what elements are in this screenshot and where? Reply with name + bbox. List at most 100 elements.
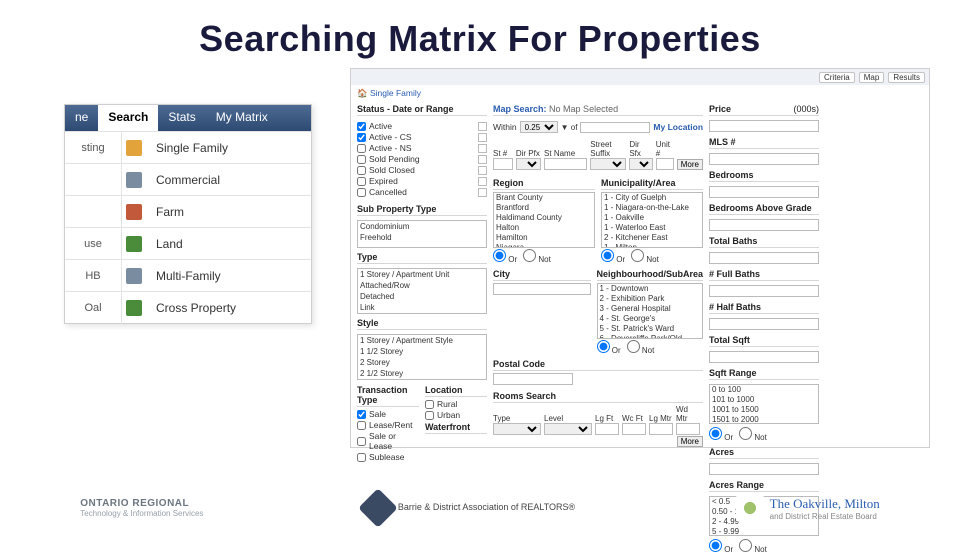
- list-item[interactable]: 5 - St. Patrick's Ward: [598, 324, 703, 334]
- status-date-input[interactable]: [478, 133, 487, 142]
- list-item[interactable]: 1 - Waterloo East: [602, 223, 702, 233]
- menu-tab-left[interactable]: ne: [65, 105, 98, 131]
- check[interactable]: [357, 453, 366, 462]
- style-listbox[interactable]: 1 Storey / Apartment Style1 1/2 Storey2 …: [357, 334, 487, 380]
- check[interactable]: [357, 437, 366, 446]
- status-date-input[interactable]: [478, 122, 487, 131]
- menu-item-land[interactable]: useLand: [65, 227, 311, 259]
- rooms-more-button[interactable]: More: [677, 436, 703, 447]
- check[interactable]: [357, 410, 366, 419]
- menu-item-cross-property[interactable]: OalCross Property: [65, 291, 311, 323]
- list-item[interactable]: Attached/Row: [358, 280, 486, 291]
- status-date-input[interactable]: [478, 177, 487, 186]
- halfbaths-input[interactable]: [709, 318, 819, 330]
- menu-item-multi-family[interactable]: HBMulti-Family: [65, 259, 311, 291]
- list-item[interactable]: 1 - Milton: [602, 243, 702, 248]
- list-item[interactable]: 0 to 100: [710, 385, 818, 395]
- list-item[interactable]: 1 - Niagara-on-the-Lake: [602, 203, 702, 213]
- menu-tab-search[interactable]: Search: [98, 105, 158, 131]
- dirsfx-select[interactable]: [629, 158, 652, 170]
- menu-tab-stats[interactable]: Stats: [158, 105, 205, 131]
- mls-input[interactable]: [709, 153, 819, 165]
- neigh-not[interactable]: [627, 340, 640, 353]
- list-item[interactable]: 1 - Downtown: [598, 284, 703, 294]
- status-check[interactable]: [357, 188, 366, 197]
- list-item[interactable]: Haldimand County: [494, 213, 594, 223]
- list-item[interactable]: Hamilton: [494, 233, 594, 243]
- unit-input[interactable]: [656, 158, 674, 170]
- list-item[interactable]: 1 1/2 Storey: [358, 346, 486, 357]
- subprop-listbox[interactable]: CondominiumFreehold: [357, 220, 487, 248]
- list-item[interactable]: 2 - Exhibition Park: [598, 294, 703, 304]
- muni-listbox[interactable]: 1 - City of Guelph1 - Niagara-on-the-Lak…: [601, 192, 703, 248]
- status-date-input[interactable]: [478, 155, 487, 164]
- type-listbox[interactable]: 1 Storey / Apartment UnitAttached/RowDet…: [357, 268, 487, 314]
- menu-item-single-family[interactable]: stingSingle Family: [65, 131, 311, 163]
- list-item[interactable]: 1 Storey / Apartment Unit: [358, 269, 486, 280]
- stnum-input[interactable]: [493, 158, 513, 170]
- sqft-not[interactable]: [739, 427, 752, 440]
- list-item[interactable]: 1001 to 1500: [710, 405, 818, 415]
- list-item[interactable]: 6 - Dovercliffe Park/Old: [598, 334, 703, 339]
- list-item[interactable]: 3 Storey: [358, 379, 486, 380]
- list-item[interactable]: 1 Storey / Apartment Style: [358, 335, 486, 346]
- neigh-listbox[interactable]: 1 - Downtown2 - Exhibition Park3 - Gener…: [597, 283, 704, 339]
- list-item[interactable]: 3 - General Hospital: [598, 304, 703, 314]
- list-item[interactable]: Condominium: [358, 221, 486, 232]
- rooms-wcft-input[interactable]: [622, 423, 646, 435]
- check[interactable]: [357, 421, 366, 430]
- acres-input[interactable]: [709, 463, 819, 475]
- status-check[interactable]: [357, 144, 366, 153]
- list-item[interactable]: Detached: [358, 291, 486, 302]
- menu-item-farm[interactable]: Farm: [65, 195, 311, 227]
- region-or[interactable]: [493, 249, 506, 262]
- fullbaths-input[interactable]: [709, 285, 819, 297]
- rooms-wdmtr-input[interactable]: [676, 423, 700, 435]
- muni-not[interactable]: [631, 249, 644, 262]
- list-item[interactable]: Brant County: [494, 193, 594, 203]
- status-check[interactable]: [357, 122, 366, 131]
- sqft-or[interactable]: [709, 427, 722, 440]
- neigh-or[interactable]: [597, 340, 610, 353]
- status-check[interactable]: [357, 166, 366, 175]
- list-item[interactable]: Freehold: [358, 232, 486, 243]
- tab-criteria[interactable]: Criteria: [819, 72, 855, 83]
- check[interactable]: [425, 411, 434, 420]
- within-input[interactable]: [580, 122, 650, 133]
- status-date-input[interactable]: [478, 166, 487, 175]
- list-item[interactable]: 1 - City of Guelph: [602, 193, 702, 203]
- status-check[interactable]: [357, 133, 366, 142]
- rooms-level-input[interactable]: [544, 423, 592, 435]
- status-date-input[interactable]: [478, 188, 487, 197]
- list-item[interactable]: 101 to 1000: [710, 395, 818, 405]
- list-item[interactable]: Mobile/Trailer: [358, 313, 486, 314]
- status-date-input[interactable]: [478, 144, 487, 153]
- within-select[interactable]: 0.25: [520, 121, 558, 133]
- list-item[interactable]: 1 - Oakville: [602, 213, 702, 223]
- bedabove-input[interactable]: [709, 219, 819, 231]
- muni-or[interactable]: [601, 249, 614, 262]
- list-item[interactable]: Niagara: [494, 243, 594, 248]
- rooms-lgmtr-input[interactable]: [649, 423, 673, 435]
- status-check[interactable]: [357, 177, 366, 186]
- price-input[interactable]: [709, 120, 819, 132]
- menu-item-commercial[interactable]: Commercial: [65, 163, 311, 195]
- list-item[interactable]: Halton: [494, 223, 594, 233]
- city-input[interactable]: [493, 283, 591, 295]
- list-item[interactable]: Brantford: [494, 203, 594, 213]
- more-button[interactable]: More: [677, 159, 703, 170]
- acres-not[interactable]: [739, 539, 752, 552]
- tab-map[interactable]: Map: [859, 72, 885, 83]
- list-item[interactable]: 4 - St. George's: [598, 314, 703, 324]
- list-item[interactable]: 2 Storey: [358, 357, 486, 368]
- sqft-input[interactable]: [709, 351, 819, 363]
- rooms-type-input[interactable]: [493, 423, 541, 435]
- acres-or[interactable]: [709, 539, 722, 552]
- list-item[interactable]: Link: [358, 302, 486, 313]
- list-item[interactable]: 2 - Kitchener East: [602, 233, 702, 243]
- totalbaths-input[interactable]: [709, 252, 819, 264]
- stsfx-select[interactable]: [590, 158, 626, 170]
- menu-tab-my[interactable]: My Matrix: [206, 105, 278, 131]
- region-listbox[interactable]: Brant CountyBrantfordHaldimand CountyHal…: [493, 192, 595, 248]
- dirpfx-select[interactable]: [516, 158, 541, 170]
